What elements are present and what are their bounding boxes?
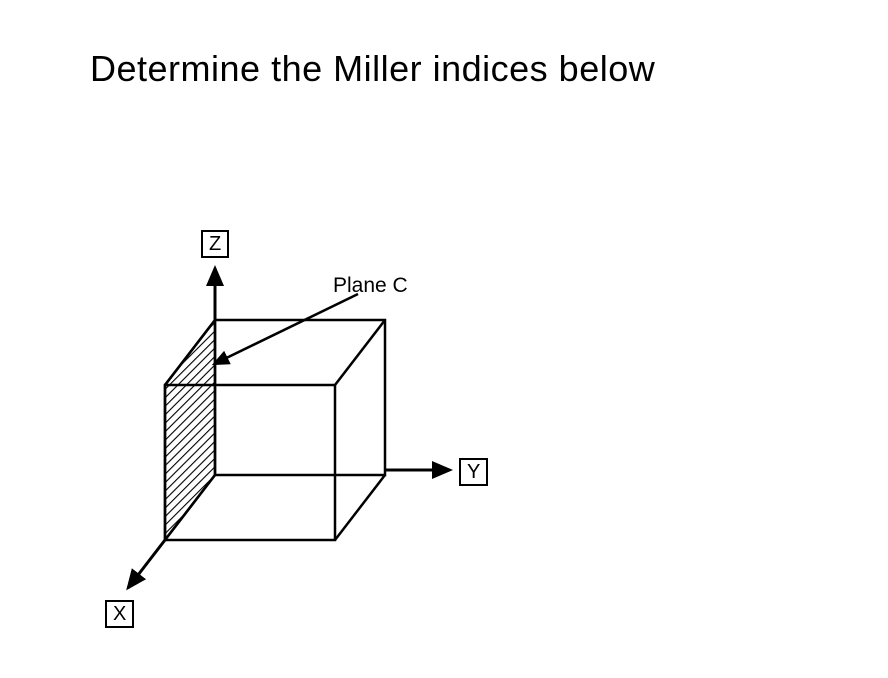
cube-edge-tr <box>335 320 385 385</box>
plane-c-label: Plane C <box>333 274 408 298</box>
cube-svg <box>110 240 510 640</box>
page-title: Determine the Miller indices below <box>90 48 655 90</box>
plane-pointer <box>214 294 358 364</box>
y-axis-label: Y <box>459 458 488 486</box>
cube-back-face <box>215 320 385 475</box>
x-axis <box>128 540 165 588</box>
cube-edge-br <box>335 475 385 540</box>
x-axis-label: X <box>105 600 134 628</box>
diagram: Z Y X Plane C <box>110 240 510 620</box>
z-axis-label: Z <box>201 230 229 258</box>
